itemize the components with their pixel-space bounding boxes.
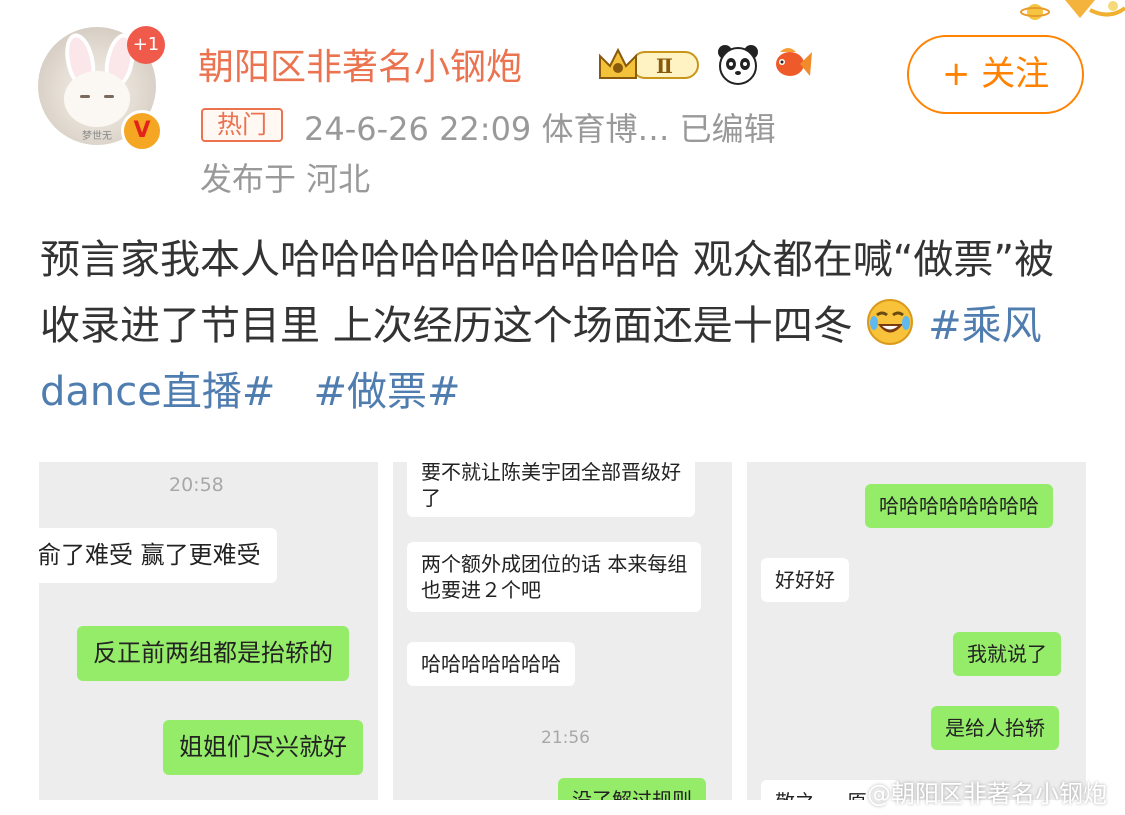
chat-line: 要不就让陈美宇团全部晋级好 xyxy=(421,462,681,484)
koi-icon xyxy=(776,48,812,76)
chat-bubble: 是给人抬轿 xyxy=(931,706,1059,750)
post-image[interactable]: 要不就让陈美宇团全部晋级好 了 两个额外成团位的话 本来每组 也要进２个吧 哈哈… xyxy=(393,462,732,800)
post-text: 预言家我本人哈哈哈哈哈哈哈哈哈哈 观众都在喊“做票”被收录进了节目里 上次经历这… xyxy=(40,227,1080,425)
chat-line: 了 xyxy=(421,486,441,510)
chat-bubble: 没了解过规则 xyxy=(558,778,706,800)
hot-tag: 热门 xyxy=(201,108,283,142)
verified-icon: V xyxy=(121,110,163,152)
image-watermark: @朝阳区非著名小钢炮 xyxy=(867,780,1107,808)
post-image[interactable]: 20:58 俞了难受 赢了更难受 反正前两组都是抬轿的 姐姐们尽兴就好 xyxy=(39,462,378,800)
chat-bubble: 我就说了 xyxy=(953,632,1061,676)
level-badge-text: Ⅱ xyxy=(656,54,673,78)
chat-bubble: 姐姐们尽兴就好 xyxy=(163,720,363,775)
crown-icon: Ⅱ xyxy=(599,47,699,79)
chat-line: 也要进２个吧 xyxy=(421,578,541,602)
chat-timestamp: 20:58 xyxy=(169,474,224,496)
chat-bubble: 俞了难受 赢了更难受 xyxy=(39,528,277,583)
chat-timestamp: 21:56 xyxy=(541,728,590,748)
chat-bubble: 两个额外成团位的话 本来每组 也要进２个吧 xyxy=(407,542,702,612)
panda-icon xyxy=(718,45,758,85)
chat-bubble: 要不就让陈美宇团全部晋级好 了 xyxy=(407,462,695,517)
post-image[interactable]: 哈哈哈哈哈哈哈哈 好好好 我就说了 是给人抬轿 敬之 ... 原... xyxy=(747,462,1086,800)
chat-bubble: 哈哈哈哈哈哈哈哈 xyxy=(865,484,1053,528)
post-location: 发布于 河北 xyxy=(200,160,371,198)
chat-bubble: 哈哈哈哈哈哈哈 xyxy=(407,642,575,686)
chat-bubble: 反正前两组都是抬轿的 xyxy=(77,626,349,681)
chat-bubble: 好好好 xyxy=(761,558,849,602)
decoration-art xyxy=(1020,0,1125,20)
avatar-watermark: 梦世无 xyxy=(82,131,112,142)
chat-line: 两个额外成团位的话 本来每组 xyxy=(421,552,688,576)
notification-badge: +1 xyxy=(127,26,165,64)
follow-button[interactable]: + 关注 xyxy=(907,35,1084,114)
hashtag-link[interactable]: #做票# xyxy=(314,369,461,415)
username[interactable]: 朝阳区非著名小钢炮 xyxy=(198,38,522,90)
rofl-emoji-icon xyxy=(867,299,914,345)
post-meta: 24-6-26 22:09 体育博… 已编辑 xyxy=(304,110,776,148)
